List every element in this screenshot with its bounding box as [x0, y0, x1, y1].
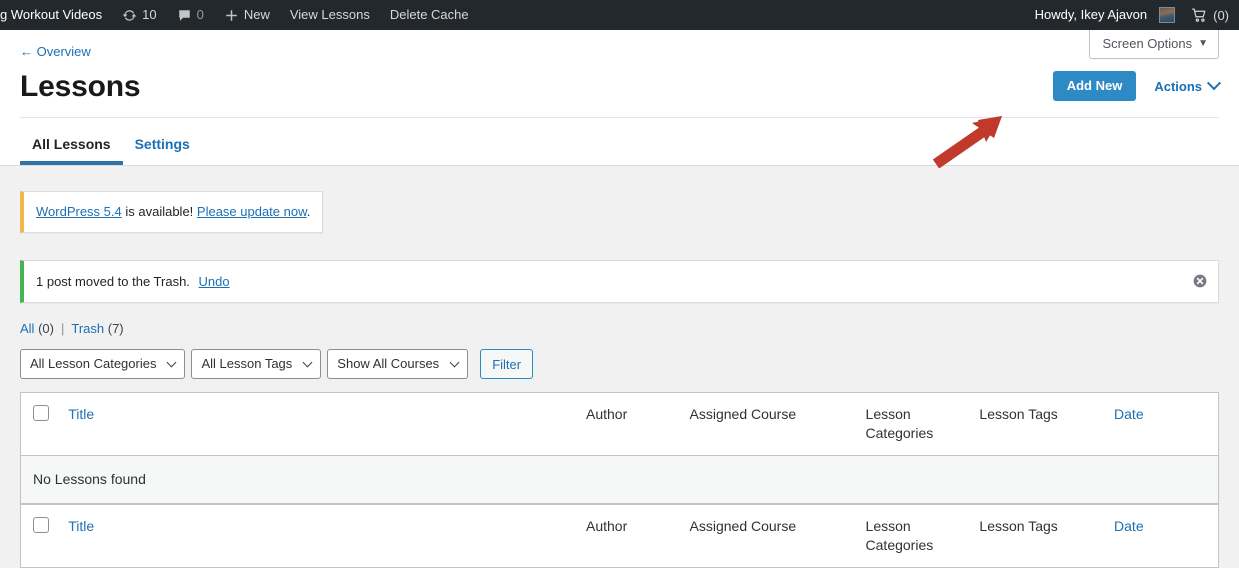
add-new-button[interactable]: Add New [1052, 71, 1137, 101]
dismiss-icon[interactable] [1190, 271, 1210, 291]
table-header-row: Title Author Assigned Course Lesson Cate… [21, 393, 1218, 456]
comment-icon [177, 8, 192, 23]
overview-back-link[interactable]: ← Overview [20, 30, 91, 59]
update-icon [122, 8, 137, 23]
chevron-down-icon [1206, 76, 1222, 91]
admin-bar-updates[interactable]: 10 [112, 0, 166, 30]
admin-bar-view-lessons[interactable]: View Lessons [280, 0, 380, 30]
table-filter-bar: All Lesson Categories All Lesson Tags Sh… [20, 349, 1219, 379]
admin-bar-my-account[interactable]: Howdy, Ikey Ajavon [1025, 0, 1176, 30]
actions-dropdown[interactable]: Actions [1154, 76, 1222, 94]
column-header-assigned-course: Assigned Course [679, 393, 856, 456]
view-trash[interactable]: Trash (7) [71, 321, 123, 336]
screen-options-label: Screen Options [1102, 36, 1193, 51]
new-label: New [243, 7, 270, 22]
admin-bar-new[interactable]: New [214, 0, 280, 30]
update-notice-end: . [306, 204, 311, 219]
view-trash-count: (7) [107, 321, 124, 336]
table-body: No Lessons found [21, 456, 1218, 504]
lesson-categories-select-wrap: All Lesson Categories [20, 349, 186, 379]
admin-bar-right: Howdy, Ikey Ajavon (0) [1025, 0, 1239, 30]
admin-bar-comments[interactable]: 0 [167, 0, 214, 30]
column-header-author: Author [575, 393, 680, 456]
site-name-label: g Workout Videos [0, 7, 103, 22]
trash-notice-text: 1 post moved to the Trash. [36, 273, 190, 289]
cart-icon [1191, 7, 1208, 24]
column-header-title[interactable]: Title [58, 393, 576, 456]
plus-icon [224, 8, 239, 23]
courses-select[interactable]: Show All Courses [327, 349, 469, 379]
view-all-link[interactable]: All [20, 321, 34, 336]
screen-options-wrap: Screen Options ▼ [1089, 30, 1219, 59]
please-update-now-link[interactable]: Please update now [197, 204, 307, 219]
table-footer-row: Title Author Assigned Course Lesson Cate… [21, 504, 1218, 567]
chevron-down-icon: ▼ [1198, 38, 1208, 49]
table-head: Title Author Assigned Course Lesson Cate… [21, 393, 1218, 456]
footer-header-assigned-course: Assigned Course [679, 504, 856, 567]
table-foot: Title Author Assigned Course Lesson Cate… [21, 504, 1218, 567]
avatar [1159, 7, 1176, 23]
admin-bar-delete-cache[interactable]: Delete Cache [380, 0, 479, 30]
wordpress-version-link[interactable]: WordPress 5.4 [36, 204, 122, 219]
view-all[interactable]: All (0) [20, 321, 54, 336]
admin-bar-left: g Workout Videos 10 0 New View Lessons D… [0, 0, 479, 30]
comments-count: 0 [196, 7, 204, 22]
title-row: Lessons Add New Actions [20, 61, 1222, 118]
sort-title-link-footer[interactable]: Title [68, 518, 94, 534]
page-header: Screen Options ▼ ← Overview Lessons Add … [0, 30, 1239, 168]
view-trash-link[interactable]: Trash [71, 321, 104, 336]
no-items-cell: No Lessons found [21, 456, 1218, 504]
admin-bar-site-name[interactable]: g Workout Videos [0, 0, 112, 30]
cart-count: (0) [1213, 7, 1229, 23]
courses-select-wrap: Show All Courses [327, 349, 469, 379]
update-notice-middle: is available! [121, 204, 197, 219]
select-all-footer-header [21, 504, 59, 567]
column-header-lesson-tags: Lesson Tags [969, 393, 1105, 456]
screen-options-button[interactable]: Screen Options ▼ [1089, 30, 1219, 59]
admin-bar: g Workout Videos 10 0 New View Lessons D… [0, 0, 1239, 30]
sort-title-link[interactable]: Title [68, 406, 94, 422]
sort-date-link-footer[interactable]: Date [1114, 518, 1144, 534]
view-all-count: (0) [38, 321, 54, 336]
filter-button[interactable]: Filter [480, 349, 534, 379]
lesson-tags-select[interactable]: All Lesson Tags [191, 349, 322, 379]
delete-cache-label: Delete Cache [389, 7, 469, 22]
table-row-empty: No Lessons found [21, 456, 1218, 504]
howdy-label: Howdy, Ikey Ajavon [1034, 7, 1148, 22]
updates-count: 10 [142, 7, 157, 22]
view-lessons-label: View Lessons [289, 7, 370, 22]
admin-bar-cart[interactable]: (0) [1175, 7, 1239, 24]
sort-date-link[interactable]: Date [1114, 406, 1144, 422]
column-header-date[interactable]: Date [1104, 393, 1218, 456]
select-all-checkbox[interactable] [33, 405, 49, 421]
update-notice: WordPress 5.4 is available! Please updat… [20, 191, 324, 233]
footer-header-author: Author [575, 504, 680, 567]
main-content: WordPress 5.4 is available! Please updat… [0, 166, 1239, 568]
views-list: All (0) | Trash (7) [20, 321, 1219, 336]
select-all-header [21, 393, 59, 456]
lesson-categories-select[interactable]: All Lesson Categories [20, 349, 186, 379]
column-header-lesson-categories: Lesson Categories [855, 393, 970, 456]
actions-label: Actions [1154, 78, 1202, 94]
views-separator: | [60, 321, 65, 336]
undo-link[interactable]: Undo [199, 274, 230, 289]
footer-header-lesson-categories: Lesson Categories [855, 504, 970, 567]
tab-settings[interactable]: Settings [123, 126, 202, 165]
footer-header-lesson-tags: Lesson Tags [969, 504, 1105, 567]
select-all-checkbox-footer[interactable] [33, 517, 49, 533]
tab-bar: All Lessons Settings [20, 118, 1219, 165]
page-title: Lessons [20, 70, 141, 103]
footer-header-date[interactable]: Date [1104, 504, 1218, 567]
lesson-tags-select-wrap: All Lesson Tags [191, 349, 322, 379]
lessons-table: Title Author Assigned Course Lesson Cate… [20, 392, 1219, 568]
title-actions: Add New Actions [1052, 71, 1222, 105]
tab-all-lessons[interactable]: All Lessons [20, 126, 123, 165]
footer-header-title[interactable]: Title [58, 504, 576, 567]
trash-notice: 1 post moved to the Trash. Undo [20, 259, 1219, 303]
